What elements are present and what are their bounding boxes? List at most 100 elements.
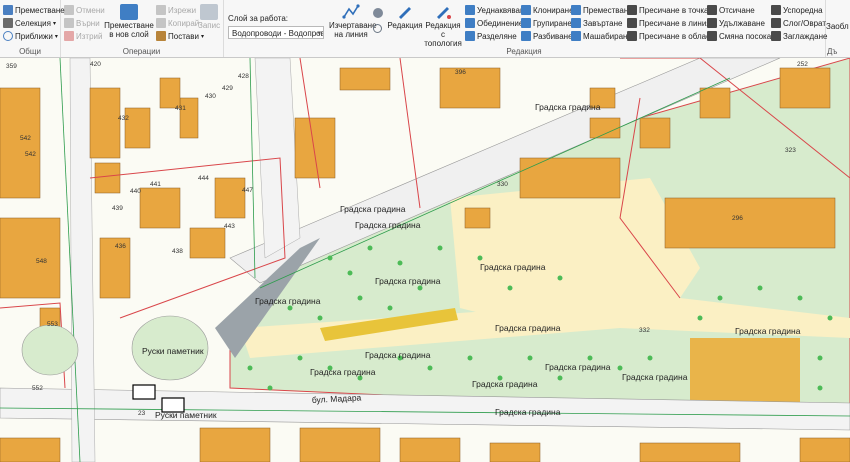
cut-button[interactable]: Изрежи (156, 5, 196, 15)
slope-button[interactable]: Слог/Оврат (771, 18, 826, 28)
group-label-extra: Дъ (827, 47, 838, 56)
group-button[interactable]: Групиране (521, 18, 572, 28)
building-number-label: 553 (47, 321, 58, 328)
simplify-button[interactable]: Уеднаквяване (465, 5, 529, 15)
roundabout-left (21, 324, 79, 376)
move-arrows-icon (571, 5, 581, 15)
ribbon-group-operations: Отмени Върни Изтрий Преместване в нов сл… (60, 0, 224, 57)
park-label-13: Градска градина (735, 326, 801, 336)
building-number-label: 548 (36, 258, 47, 265)
ribbon-group-editing: Слой за работа: Водопроводи - Водопровод… (223, 0, 827, 57)
park-label-8: Градска градина (545, 362, 611, 372)
intersect-point-icon (627, 5, 637, 15)
park-label-1: Градска градина (340, 204, 406, 214)
building-number-label: 436 (115, 243, 126, 250)
trim-button[interactable]: Отсичане (707, 5, 755, 15)
simplify-icon (465, 5, 475, 15)
paste-button[interactable]: Постави ▾ (156, 31, 204, 41)
hand-icon (3, 5, 13, 15)
delete-button[interactable]: Изтрий (64, 31, 102, 41)
extend-icon (707, 18, 717, 28)
building-number-label: 432 (118, 115, 129, 122)
redo-button[interactable]: Върни (64, 18, 100, 28)
redo-icon (64, 18, 74, 28)
copy-icon (156, 18, 166, 28)
building-number-label: 323 (785, 147, 796, 154)
building-number-label: 438 (172, 248, 183, 255)
change-direction-button[interactable]: Смяна посоката (707, 31, 779, 41)
building-number-label: 429 (222, 85, 233, 92)
save-button[interactable]: Запис (198, 4, 220, 30)
smooth-icon (771, 31, 781, 41)
snap-vertex-button[interactable] (373, 24, 384, 33)
round-button[interactable]: Заобл (826, 22, 849, 31)
polyline-icon (342, 4, 360, 20)
building-number-label: 428 (238, 73, 249, 80)
slope-icon (771, 18, 781, 28)
building-number-label: 420 (90, 61, 101, 68)
undo-button[interactable]: Отмени (64, 5, 105, 15)
building-number-label: 443 (224, 223, 235, 230)
park-label-4: Градска градина (375, 276, 441, 286)
building-number-label: 542 (25, 151, 36, 158)
rotate-button[interactable]: Завъртане (571, 18, 622, 28)
yellow-square (690, 338, 800, 403)
building-number-label: 431 (175, 105, 186, 112)
monument-label-1: Руски паметник (142, 346, 204, 356)
smooth-button[interactable]: Заглаждане (771, 31, 827, 41)
building-number-label: 330 (497, 181, 508, 188)
working-layer-select[interactable]: Водопроводи - Водопровод ▾ (228, 26, 324, 39)
move-feature-button[interactable]: Преместване (571, 5, 633, 15)
intersect-area-button[interactable]: Пресичане в област (627, 31, 714, 41)
move-to-layer-button[interactable]: Преместване в нов слой (104, 4, 154, 39)
ribbon-toolbar: Преместване Селекция ▾ Приближи ▾ Общи Отм… (0, 0, 850, 58)
move-map-button[interactable]: Преместване (3, 5, 65, 15)
magnifier-icon (3, 31, 13, 41)
clone-icon (521, 5, 531, 15)
scale-button[interactable]: Машабиране (571, 31, 632, 41)
topology-pencil-icon (434, 4, 452, 20)
park-label-11: Градска градина (622, 372, 688, 382)
park-label-14: Градска градина (535, 102, 601, 112)
direction-icon (707, 31, 717, 41)
group-icon (521, 18, 531, 28)
trim-icon (707, 5, 717, 15)
undo-icon (64, 5, 74, 15)
monument-marker (132, 384, 156, 400)
intersect-line-button[interactable]: Пресичане в линия (627, 18, 711, 28)
merge-icon (465, 18, 475, 28)
parallel-icon (771, 5, 781, 15)
zoom-button[interactable]: Приближи ▾ (3, 31, 58, 41)
edit-button[interactable]: Редакция (387, 4, 423, 30)
selection-button[interactable]: Селекция ▾ (3, 18, 56, 28)
extend-button[interactable]: Удължаване (707, 18, 765, 28)
draw-line-button[interactable]: Изчертаване на линия (329, 4, 377, 39)
explode-icon (521, 31, 531, 41)
park-label-6: Градска градина (495, 323, 561, 333)
building-number-label: 447 (242, 187, 253, 194)
park-label-9: Градска градина (310, 367, 376, 377)
intersect-point-button[interactable]: Пресичане в точка (627, 5, 708, 15)
building-number-label: 296 (732, 215, 743, 222)
building-number-label: 441 (150, 181, 161, 188)
explode-button[interactable]: Разбиване (521, 31, 573, 41)
copy-button[interactable]: Копирай (156, 18, 199, 28)
snap-settings-button[interactable] (373, 8, 385, 18)
working-layer-label: Слой за работа: (228, 14, 289, 23)
delete-icon (64, 31, 74, 41)
pencil-icon (396, 4, 414, 20)
intersect-area-icon (627, 31, 637, 41)
merge-button[interactable]: Обединение (465, 18, 523, 28)
park-label-5: Градска градина (255, 296, 321, 306)
gear-icon (373, 8, 383, 18)
ribbon-group-extra: Заобл Дъ (825, 0, 850, 57)
map-canvas[interactable]: Градска градина Градска градина Градска … (0, 58, 850, 462)
split-button[interactable]: Разделяне (465, 31, 517, 41)
edit-topology-button[interactable]: Редакция с топология (423, 4, 463, 48)
clone-button[interactable]: Клониране (521, 5, 574, 15)
parallel-button[interactable]: Успоредна (771, 5, 823, 15)
park-label-2: Градска градина (355, 220, 421, 230)
chevron-down-icon: ▾ (317, 30, 321, 37)
building-number-label: 23 (138, 410, 146, 417)
park-label-10: Градска градина (472, 379, 538, 389)
